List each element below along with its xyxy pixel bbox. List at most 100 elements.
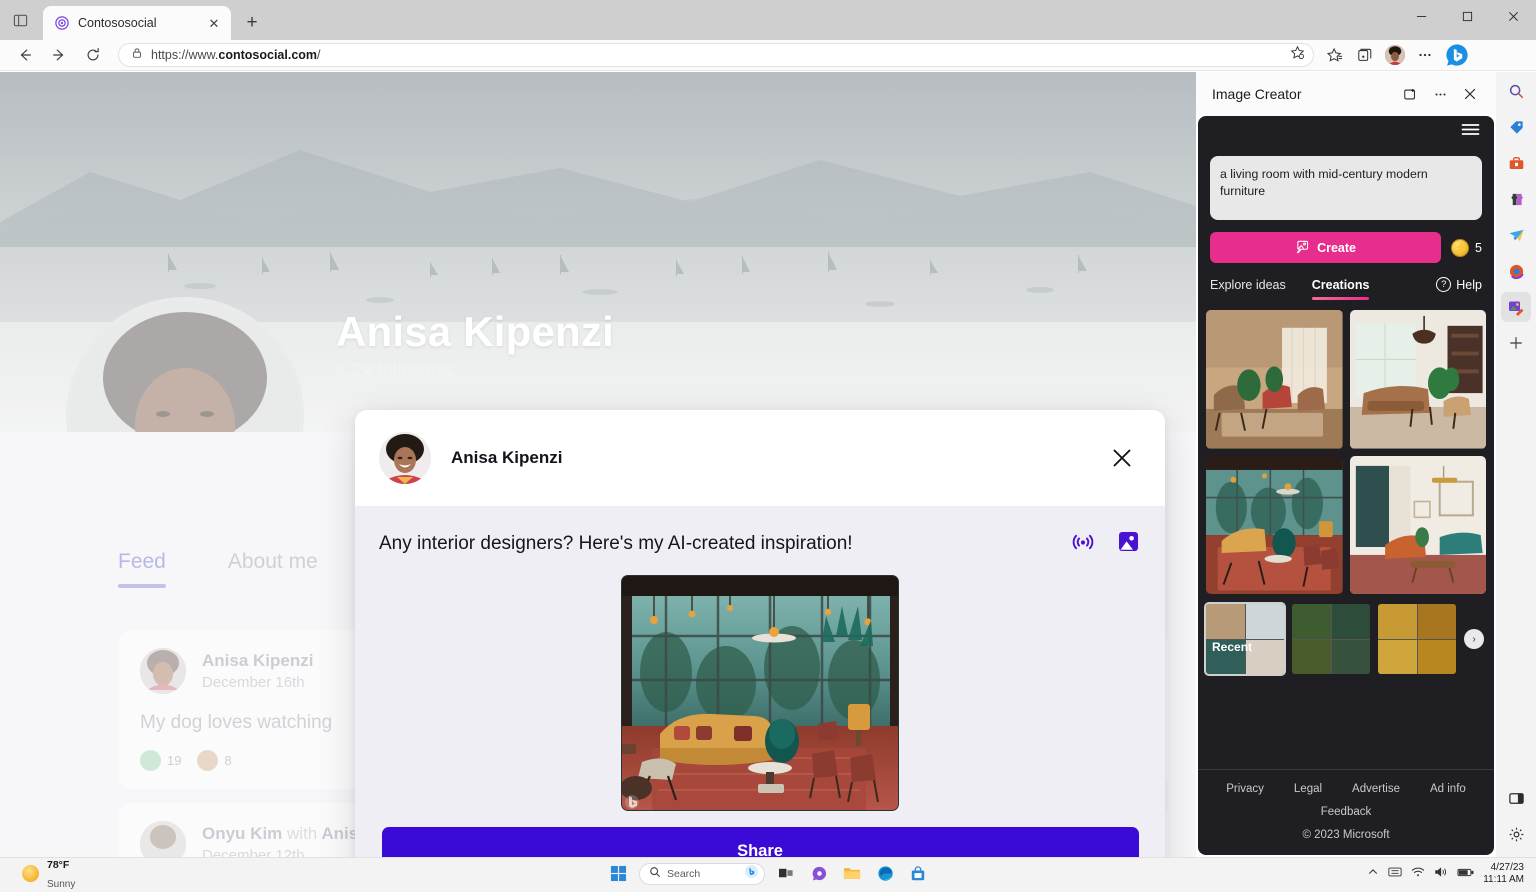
tab-title: Contososocial xyxy=(78,16,197,30)
minimize-button[interactable] xyxy=(1398,0,1444,32)
recent-item[interactable] xyxy=(1206,604,1284,674)
bing-chat-icon[interactable] xyxy=(1443,41,1471,69)
image-creator-side-panel: Image Creator xyxy=(1196,72,1496,857)
modal-body: Any interior designers? Here's my AI-cre… xyxy=(355,506,1165,857)
footer-link-ad-info[interactable]: Ad info xyxy=(1430,783,1466,795)
contososocial-page: Anisa Kipenzi 1.2k followers Feed About … xyxy=(0,72,1196,857)
edge-browser-window: Contososocial ✕ + xyxy=(0,0,1536,889)
open-in-new-window-icon[interactable] xyxy=(1396,80,1424,108)
hamburger-menu-icon[interactable] xyxy=(1461,122,1480,142)
profile-avatar[interactable] xyxy=(1380,42,1410,68)
sidebar-settings-icon[interactable] xyxy=(1501,819,1531,849)
toggle-sidebar-icon[interactable] xyxy=(1501,783,1531,813)
create-button-label: Create xyxy=(1317,241,1356,255)
chat-icon[interactable] xyxy=(807,862,831,886)
search-icon[interactable] xyxy=(1501,76,1531,106)
favorites-icon[interactable] xyxy=(1320,42,1350,68)
task-view-icon[interactable] xyxy=(774,862,798,886)
compose-actions xyxy=(1070,528,1141,559)
prompt-input[interactable]: a living room with mid-century modern fu… xyxy=(1210,156,1482,220)
add-sidebar-app-icon[interactable] xyxy=(1501,328,1531,358)
windows-taskbar: 78°F Sunny Search xyxy=(0,857,1536,889)
modal-username: Anisa Kipenzi xyxy=(451,448,562,468)
file-explorer-icon[interactable] xyxy=(840,862,864,886)
taskbar-clock[interactable]: 4/27/23 11:11 AM xyxy=(1483,862,1524,886)
image-creator-topbar xyxy=(1198,116,1494,148)
gallery-thumbnail[interactable] xyxy=(1206,456,1343,595)
footer-links: Privacy Legal Advertise Ad info xyxy=(1198,783,1494,795)
bing-watermark xyxy=(625,795,639,809)
more-options-icon[interactable] xyxy=(1426,80,1454,108)
image-creator-icon[interactable] xyxy=(1501,292,1531,322)
recent-label: Recent xyxy=(1212,640,1252,654)
office-icon[interactable] xyxy=(1501,256,1531,286)
weather-condition: Sunny xyxy=(47,879,75,890)
show-hidden-icons-chevron[interactable] xyxy=(1367,865,1379,883)
input-indicator-icon[interactable] xyxy=(1388,865,1402,883)
close-tab-icon[interactable]: ✕ xyxy=(205,14,223,32)
footer-link-legal[interactable]: Legal xyxy=(1294,783,1322,795)
gallery-thumbnail[interactable] xyxy=(1350,310,1487,449)
weather-temperature: 78°F xyxy=(47,859,69,871)
side-panel-title: Image Creator xyxy=(1212,86,1394,102)
battery-icon[interactable] xyxy=(1457,865,1474,883)
modal-header: Anisa Kipenzi xyxy=(355,410,1165,506)
recent-next-button[interactable]: › xyxy=(1464,629,1484,649)
back-button[interactable] xyxy=(8,42,42,68)
gallery-thumbnail[interactable] xyxy=(1350,456,1487,595)
games-icon[interactable] xyxy=(1501,184,1531,214)
image-creator-tabs: Explore ideas Creations ? Help xyxy=(1210,277,1482,300)
image-attachment-icon[interactable] xyxy=(1116,529,1141,559)
volume-icon[interactable] xyxy=(1434,865,1448,883)
create-image-icon xyxy=(1295,239,1310,257)
outlook-icon[interactable] xyxy=(1501,220,1531,250)
browser-tab-contososocial[interactable]: Contososocial ✕ xyxy=(43,6,231,40)
store-icon[interactable] xyxy=(906,862,930,886)
tab-actions-button[interactable] xyxy=(0,0,40,40)
footer-copyright: © 2023 Microsoft xyxy=(1198,829,1494,841)
address-bar: https://www.contosocial.com/ xyxy=(0,40,1536,71)
tab-explore-ideas[interactable]: Explore ideas xyxy=(1210,278,1286,300)
forward-button[interactable] xyxy=(42,42,76,68)
close-window-button[interactable] xyxy=(1490,0,1536,32)
help-button[interactable]: ? Help xyxy=(1436,277,1482,300)
new-tab-button[interactable]: + xyxy=(237,8,267,38)
url-omnibox[interactable]: https://www.contosocial.com/ xyxy=(118,43,1314,67)
close-panel-icon[interactable] xyxy=(1456,80,1484,108)
settings-and-more-icon[interactable] xyxy=(1410,42,1440,68)
close-icon[interactable] xyxy=(1105,441,1139,475)
recent-item[interactable] xyxy=(1292,604,1370,674)
post-compose-text[interactable]: Any interior designers? Here's my AI-cre… xyxy=(379,533,1070,555)
clock-time: 11:11 AM xyxy=(1483,874,1524,886)
bing-chat-icon[interactable] xyxy=(744,864,759,884)
start-icon[interactable] xyxy=(606,862,630,886)
tab-creations[interactable]: Creations xyxy=(1312,278,1370,300)
boost-counter[interactable]: ⚡ 5 xyxy=(1451,239,1482,257)
tools-toolbox-icon[interactable] xyxy=(1501,148,1531,178)
edge-icon[interactable] xyxy=(873,862,897,886)
bing-radar-icon[interactable] xyxy=(1070,528,1096,559)
shopping-tag-icon[interactable] xyxy=(1501,112,1531,142)
gallery-thumbnail[interactable] xyxy=(1206,310,1343,449)
footer-link-advertise[interactable]: Advertise xyxy=(1352,783,1400,795)
taskbar-center-group: Search xyxy=(606,862,930,886)
lock-icon xyxy=(131,46,143,64)
weather-widget[interactable]: 78°F Sunny xyxy=(0,855,75,892)
create-button[interactable]: Create xyxy=(1210,232,1441,263)
shared-image[interactable] xyxy=(621,575,899,811)
search-icon xyxy=(649,865,661,883)
share-button[interactable]: Share xyxy=(382,827,1139,857)
maximize-button[interactable] xyxy=(1444,0,1490,32)
taskbar-search-box[interactable]: Search xyxy=(639,863,765,885)
creations-gallery xyxy=(1206,310,1486,594)
footer-link-privacy[interactable]: Privacy xyxy=(1226,783,1264,795)
boost-coin-icon: ⚡ xyxy=(1451,239,1469,257)
wifi-icon[interactable] xyxy=(1411,865,1425,883)
collections-icon[interactable] xyxy=(1350,42,1380,68)
reload-button[interactable] xyxy=(76,42,110,68)
add-to-favorites-icon[interactable] xyxy=(1290,45,1305,65)
clock-date: 4/27/23 xyxy=(1483,862,1524,874)
recent-item[interactable] xyxy=(1378,604,1456,674)
footer-link-feedback[interactable]: Feedback xyxy=(1198,806,1494,818)
avatar xyxy=(379,432,431,484)
